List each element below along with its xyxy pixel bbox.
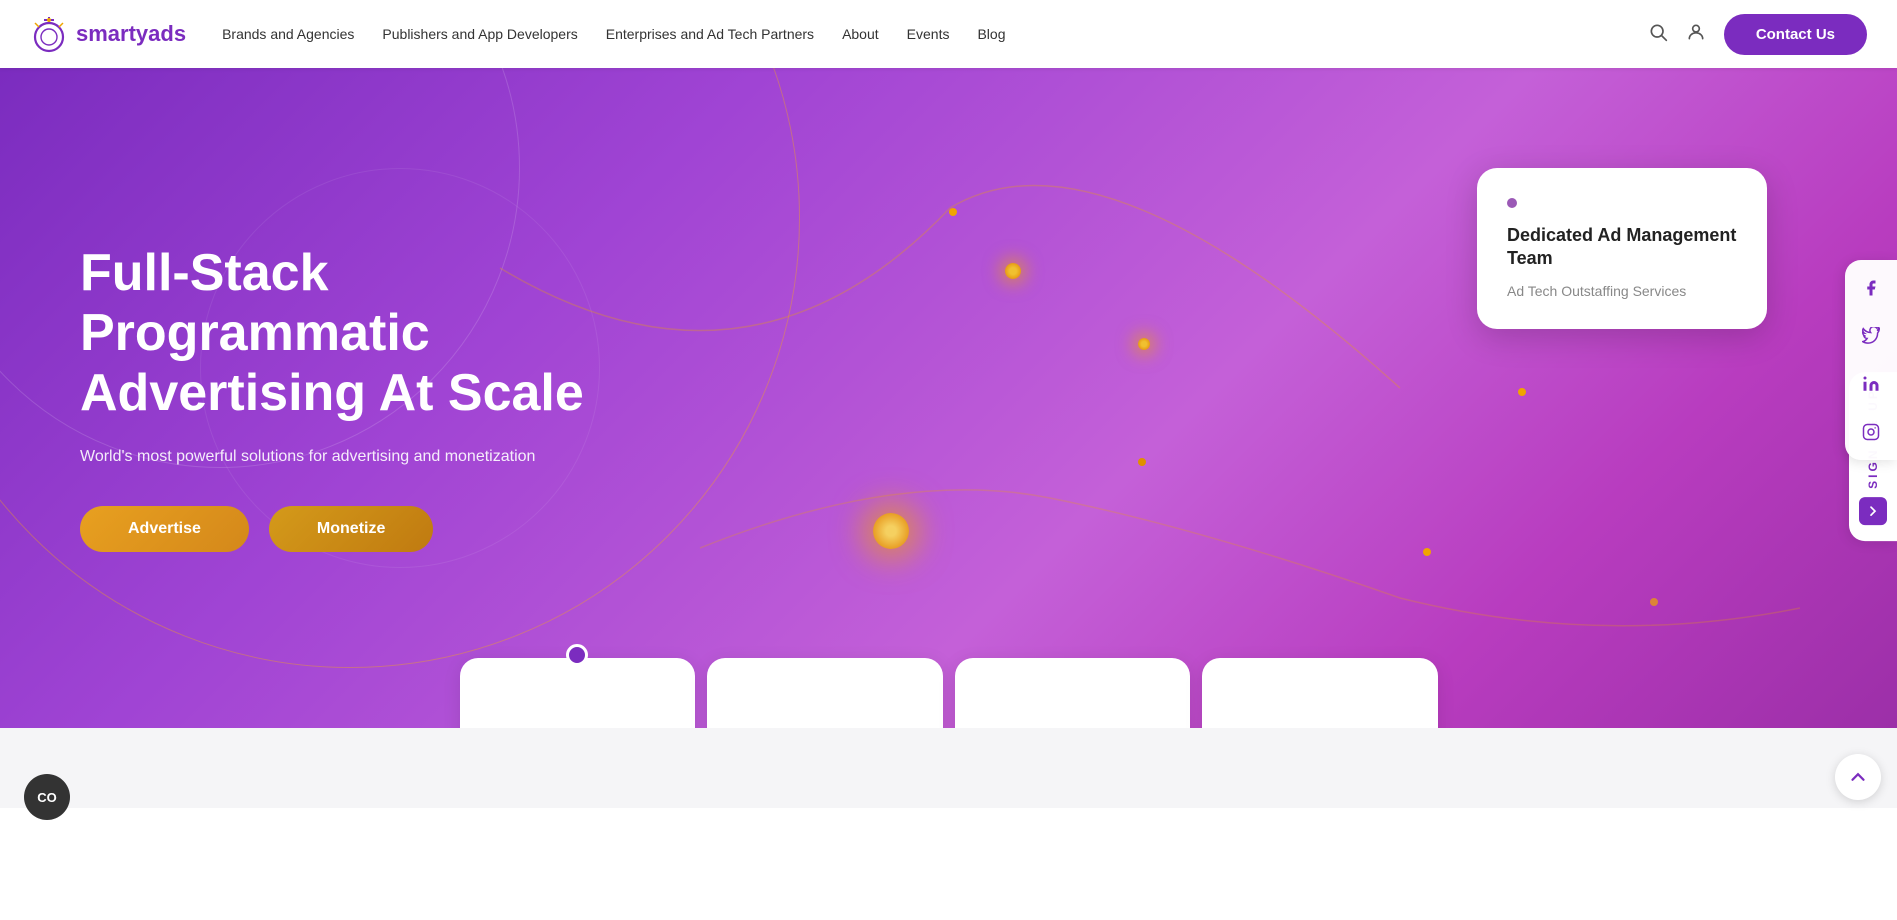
hero-card-subtitle: Ad Tech Outstaffing Services xyxy=(1507,283,1737,299)
user-icon xyxy=(1686,22,1706,42)
hero-dot-8 xyxy=(1650,598,1658,606)
navbar: smartyads Brands and Agencies Publishers… xyxy=(0,0,1897,68)
social-sidebar xyxy=(1845,260,1897,460)
hero-dot-7 xyxy=(1423,548,1431,556)
hero-dot-3 xyxy=(1138,338,1150,350)
hero-card-title: Dedicated Ad Management Team xyxy=(1507,224,1737,271)
linkedin-link[interactable] xyxy=(1853,366,1889,402)
hero-buttons: Advertise Monetize xyxy=(80,506,620,552)
hero-section: Full-Stack Programmatic Advertising At S… xyxy=(0,68,1897,728)
hero-dot-2 xyxy=(1005,263,1021,279)
logo[interactable]: smartyads xyxy=(30,15,186,53)
bottom-card-whitelabel[interactable]: White Label Solutions xyxy=(1202,658,1438,728)
bottom-cards: Full-Stack Ad Platform Demand Side Platf… xyxy=(454,658,1444,728)
hero-title: Full-Stack Programmatic Advertising At S… xyxy=(80,244,620,423)
bottom-card-dot-0 xyxy=(566,644,588,666)
co-badge[interactable]: CO xyxy=(24,774,70,820)
bottom-card-dsp[interactable]: Demand Side Platform xyxy=(707,658,943,728)
nav-enterprises[interactable]: Enterprises and Ad Tech Partners xyxy=(606,26,814,42)
co-badge-label: CO xyxy=(37,790,57,805)
page-content-spacer xyxy=(0,728,1897,808)
nav-events[interactable]: Events xyxy=(907,26,950,42)
twitter-icon xyxy=(1862,327,1880,345)
hero-subtitle: World's most powerful solutions for adve… xyxy=(80,448,580,466)
signup-arrow-icon[interactable] xyxy=(1859,497,1887,525)
instagram-link[interactable] xyxy=(1853,414,1889,450)
social-icons-group xyxy=(1845,260,1897,460)
hero-card-indicator xyxy=(1507,198,1517,208)
facebook-icon xyxy=(1862,279,1880,297)
instagram-icon xyxy=(1862,423,1880,441)
chevron-up-icon xyxy=(1847,766,1869,788)
user-button[interactable] xyxy=(1686,22,1706,47)
linkedin-icon xyxy=(1862,375,1880,393)
nav-blog[interactable]: Blog xyxy=(977,26,1005,42)
twitter-link[interactable] xyxy=(1853,318,1889,354)
logo-icon xyxy=(30,15,68,53)
nav-brands[interactable]: Brands and Agencies xyxy=(222,26,354,42)
hero-dot-5 xyxy=(1138,458,1146,466)
nav-about[interactable]: About xyxy=(842,26,879,42)
search-icon xyxy=(1648,22,1668,42)
bottom-card-fullstack[interactable]: Full-Stack Ad Platform xyxy=(460,658,696,728)
nav-actions: Contact Us xyxy=(1648,14,1867,55)
nav-publishers[interactable]: Publishers and App Developers xyxy=(382,26,577,42)
hero-dot-4 xyxy=(873,513,909,549)
search-button[interactable] xyxy=(1648,22,1668,47)
advertise-button[interactable]: Advertise xyxy=(80,506,249,552)
bottom-card-ssp[interactable]: Supply Side Platform xyxy=(955,658,1191,728)
nav-links: Brands and Agencies Publishers and App D… xyxy=(222,26,1648,42)
hero-dot-1 xyxy=(949,208,957,216)
arrow-right-icon xyxy=(1865,503,1881,519)
monetize-button[interactable]: Monetize xyxy=(269,506,433,552)
brand-name: smartyads xyxy=(76,21,186,47)
hero-content: Full-Stack Programmatic Advertising At S… xyxy=(0,184,700,611)
hero-card: Dedicated Ad Management Team Ad Tech Out… xyxy=(1477,168,1767,329)
hero-dot-6 xyxy=(1518,388,1526,396)
facebook-link[interactable] xyxy=(1853,270,1889,306)
contact-button[interactable]: Contact Us xyxy=(1724,14,1867,55)
scroll-up-button[interactable] xyxy=(1835,754,1881,800)
